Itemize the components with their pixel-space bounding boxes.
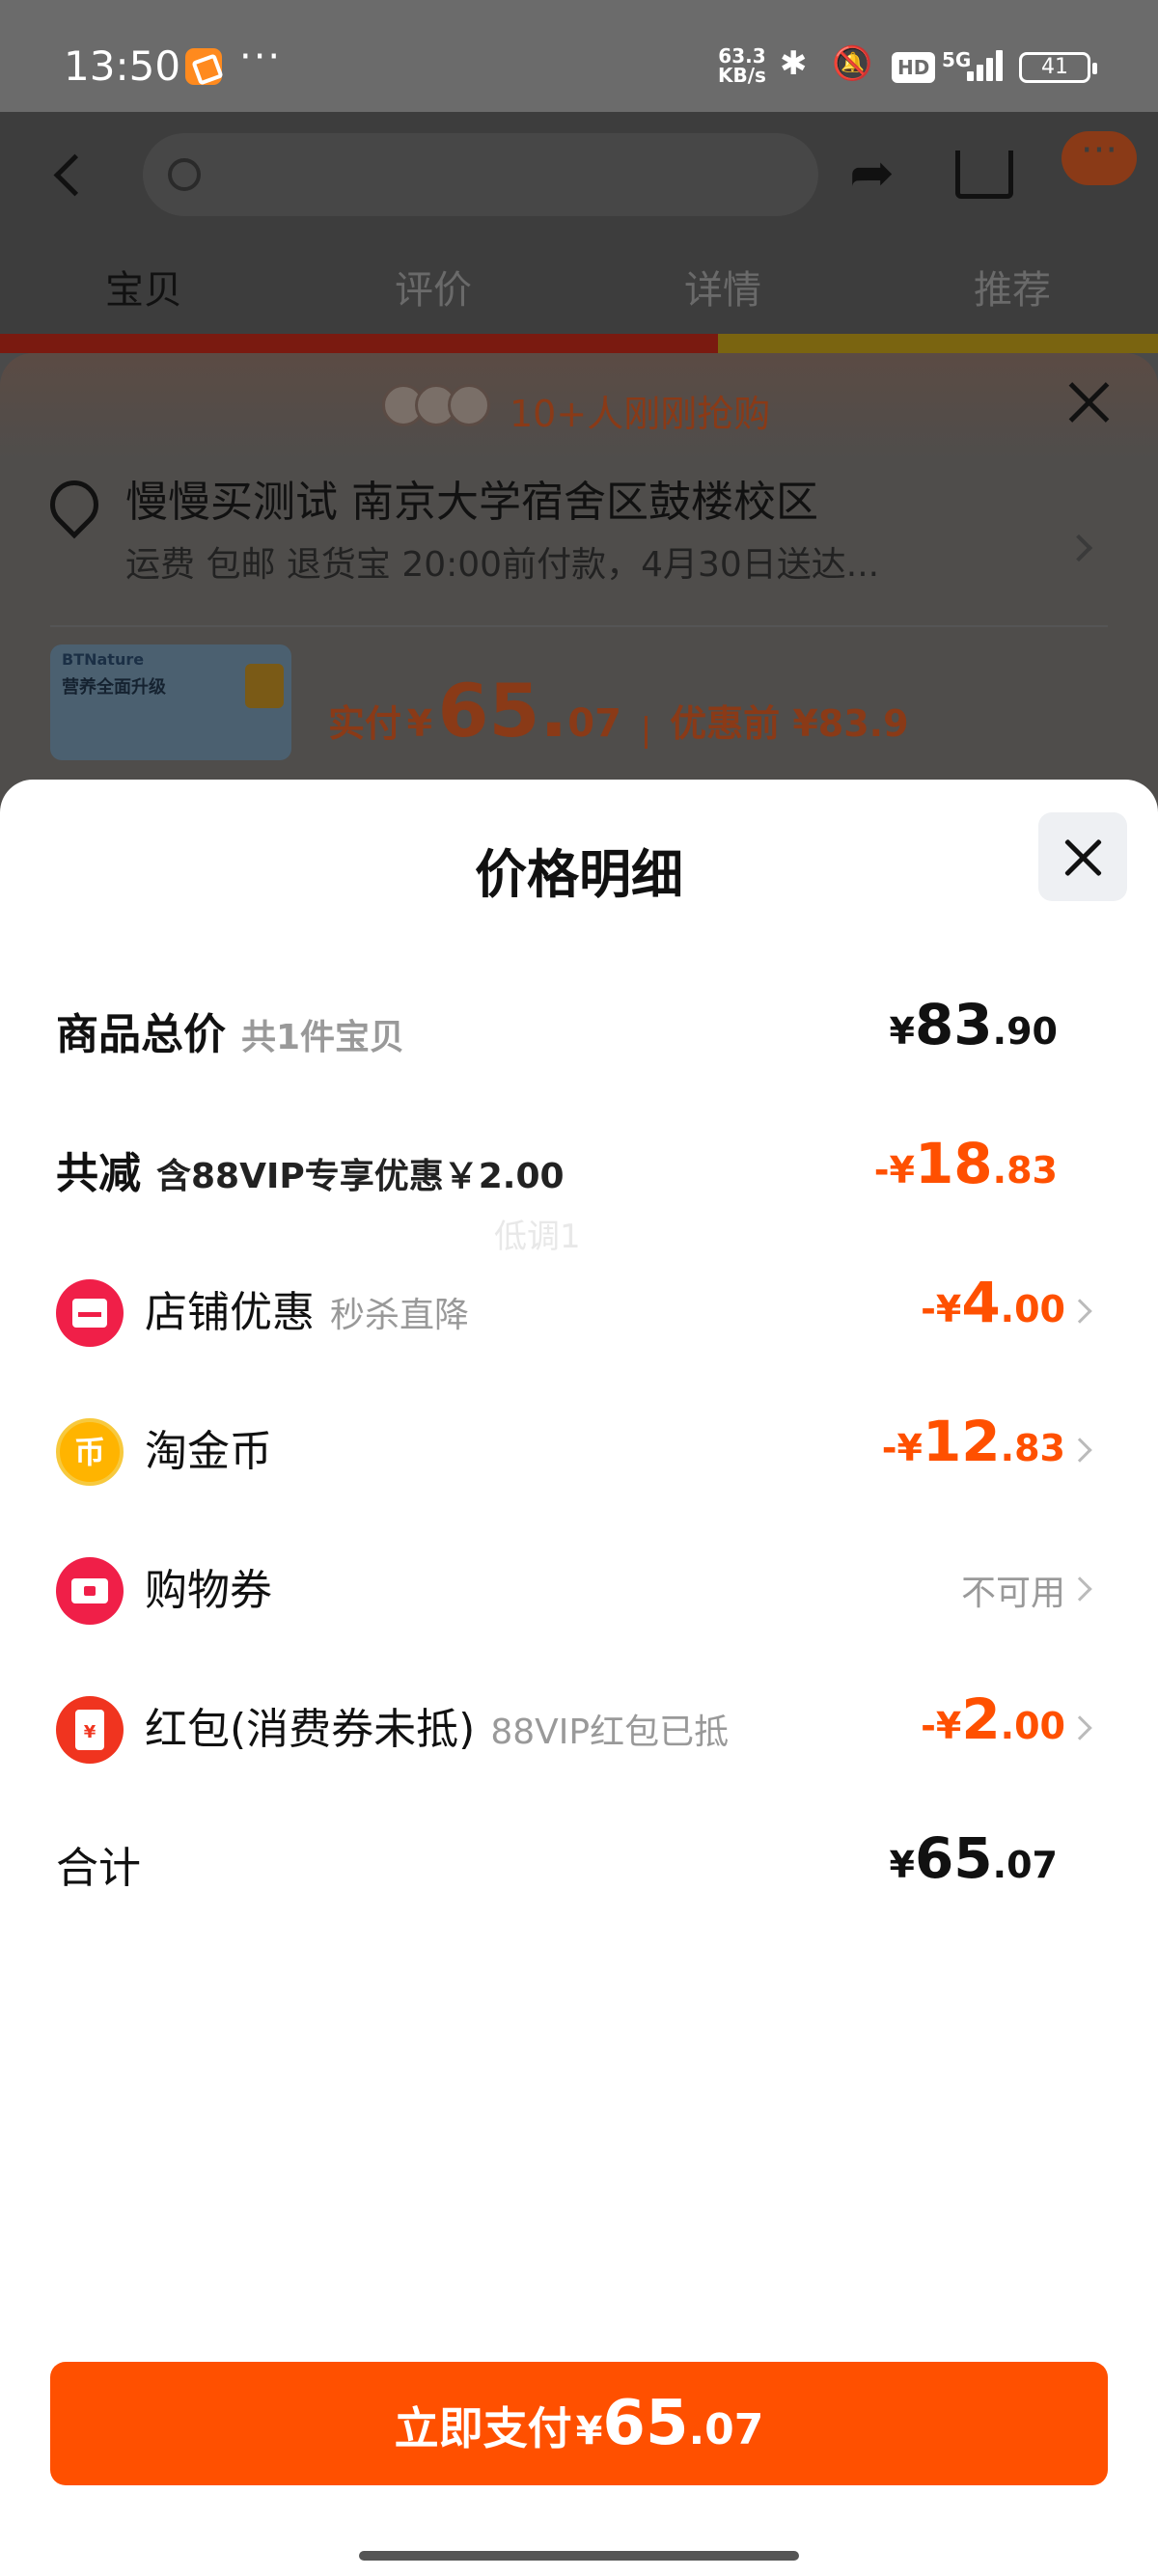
status-bar: 13:50 ··· 63.3 KB/s ✱ 🔕 HD 5G 41 bbox=[0, 0, 1158, 112]
row-value: -¥2.00 bbox=[921, 1686, 1065, 1752]
mute-icon: 🔕 bbox=[832, 44, 873, 83]
row-value: ¥83.90 bbox=[889, 992, 1059, 1057]
cart-icon[interactable] bbox=[955, 151, 1013, 199]
row-status: 不可用 bbox=[960, 1574, 1065, 1613]
top-navigation: ➦ ··· bbox=[0, 112, 1158, 237]
chevron-right-icon bbox=[1067, 1576, 1092, 1602]
sheet-title: 价格明细 bbox=[475, 844, 683, 905]
product-thumbnail: BTNature 营养全面升级 bbox=[50, 644, 291, 760]
chevron-right-icon bbox=[1067, 1299, 1092, 1324]
row-label: 合计 bbox=[56, 1844, 141, 1893]
promo-strip bbox=[0, 334, 1158, 353]
actual-payment: 实付 ¥ 65.07 优惠前 ¥83.9 bbox=[328, 668, 909, 754]
chevron-right-icon bbox=[1067, 1438, 1092, 1463]
location-icon bbox=[40, 470, 109, 539]
price-detail-sheet: 价格明细 低调1 商品总价 共1件宝贝 ¥83.90 共减 含88VIP专享优惠￥2… bbox=[0, 780, 1158, 2576]
message-icon[interactable]: ··· bbox=[1062, 131, 1137, 185]
more-notifications-icon: ··· bbox=[239, 35, 283, 79]
voucher-icon bbox=[56, 1557, 124, 1625]
row-label: 淘金币 bbox=[145, 1427, 272, 1476]
row-value: -¥18.83 bbox=[873, 1131, 1058, 1196]
row-label: 红包(消费券未抵) bbox=[145, 1705, 476, 1754]
row-value: -¥4.00 bbox=[921, 1270, 1065, 1335]
back-icon[interactable] bbox=[50, 151, 89, 199]
shop-icon bbox=[56, 1279, 124, 1347]
row-total-reduction: 共减 含88VIP专享优惠￥2.00 -¥18.83 bbox=[0, 1121, 1158, 1218]
clock: 13:50 bbox=[64, 42, 181, 90]
bluetooth-icon: ✱ bbox=[780, 44, 808, 83]
search-icon bbox=[168, 158, 201, 191]
thumb-brand: BTNature bbox=[62, 650, 145, 669]
row-total-price: 商品总价 共1件宝贝 ¥83.90 bbox=[0, 982, 1158, 1079]
tab-item[interactable]: 宝贝 bbox=[71, 259, 216, 315]
hd-voice-icon: HD bbox=[892, 52, 936, 83]
coin-icon: 币 bbox=[56, 1418, 124, 1486]
row-label: 商品总价 bbox=[56, 1010, 226, 1059]
row-taojinbi[interactable]: 币 淘金币 -¥12.83 bbox=[0, 1399, 1158, 1495]
row-label: 购物券 bbox=[145, 1566, 272, 1615]
close-icon[interactable] bbox=[1065, 376, 1114, 425]
notification-app-icon bbox=[185, 48, 222, 85]
row-value: ¥65.07 bbox=[889, 1825, 1059, 1891]
pay-now-button[interactable]: 立即支付 ¥65.07 bbox=[50, 2362, 1108, 2485]
row-red-packet[interactable]: ¥ 红包(消费券未抵) 88VIP红包已抵 -¥2.00 bbox=[0, 1677, 1158, 1773]
row-sub: 含88VIP专享优惠￥2.00 bbox=[156, 1157, 565, 1196]
close-button[interactable] bbox=[1038, 812, 1127, 901]
thumb-tagline: 营养全面升级 bbox=[62, 677, 166, 698]
red-packet-icon: ¥ bbox=[56, 1696, 124, 1764]
chevron-right-icon bbox=[1067, 1715, 1092, 1740]
divider bbox=[50, 625, 1108, 627]
network-speed: 63.3 KB/s bbox=[718, 44, 766, 87]
row-sub: 秒杀直降 bbox=[330, 1296, 470, 1335]
row-sum: 合计 ¥65.07 bbox=[0, 1816, 1158, 1912]
tab-recommend[interactable]: 推荐 bbox=[940, 259, 1085, 315]
search-bar[interactable] bbox=[143, 133, 818, 216]
tab-details[interactable]: 详情 bbox=[650, 259, 795, 315]
recent-buyers-text: 10+人刚刚抢购 bbox=[510, 393, 771, 435]
home-indicator[interactable] bbox=[359, 2551, 799, 2561]
product-tabs: 宝贝 评价 详情 推荐 bbox=[0, 237, 1158, 334]
row-label: 店铺优惠 bbox=[145, 1288, 315, 1337]
row-sub: 88VIP红包已抵 bbox=[490, 1713, 730, 1752]
tab-reviews[interactable]: 评价 bbox=[361, 259, 506, 315]
battery-icon: 41 bbox=[1019, 52, 1097, 83]
share-icon[interactable]: ➦ bbox=[849, 147, 895, 201]
row-shop-discount[interactable]: 店铺优惠 秒杀直降 -¥4.00 bbox=[0, 1260, 1158, 1357]
row-value: -¥12.83 bbox=[881, 1409, 1065, 1474]
address-text[interactable]: 慢慢买测试 南京大学宿舍区鼓楼校区 bbox=[125, 467, 818, 529]
thumb-badge bbox=[245, 664, 284, 708]
buyer-avatars bbox=[382, 384, 498, 434]
row-shopping-voucher[interactable]: 购物券 不可用 bbox=[0, 1538, 1158, 1634]
row-label: 共减 bbox=[56, 1149, 141, 1198]
chevron-right-icon[interactable] bbox=[1064, 534, 1093, 562]
price-before-discount[interactable]: 优惠前 ¥83.9 bbox=[670, 702, 908, 745]
shipping-text: 运费 包邮 退货宝 20:00前付款，4月30日送达... bbox=[125, 545, 880, 585]
row-sub: 共1件宝贝 bbox=[241, 1018, 405, 1057]
signal-icon bbox=[967, 50, 1007, 81]
